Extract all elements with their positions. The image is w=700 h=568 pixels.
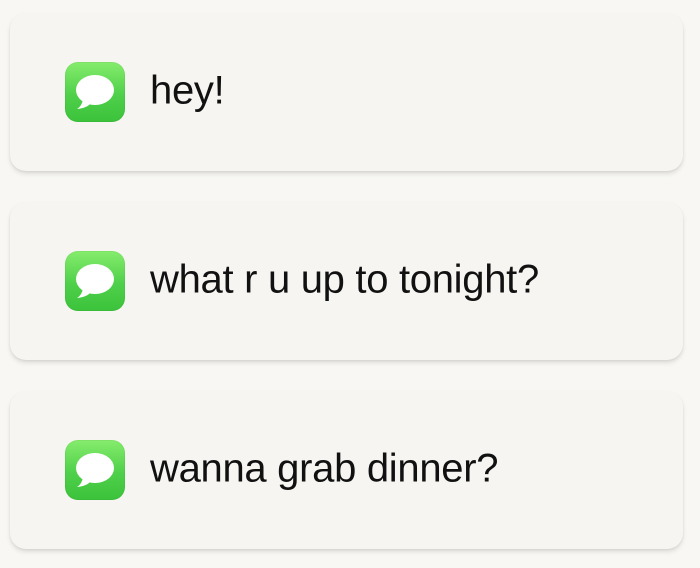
message-text: hey!: [150, 68, 225, 113]
message-notification[interactable]: wanna grab dinner?: [10, 391, 683, 549]
messages-icon: [65, 251, 125, 311]
message-text: wanna grab dinner?: [150, 446, 499, 491]
messages-icon: [65, 62, 125, 122]
messages-icon: [65, 440, 125, 500]
message-text: what r u up to tonight?: [150, 257, 539, 302]
message-notification[interactable]: hey!: [10, 13, 683, 171]
message-list: hey! what r u up to tonight? wanna grab …: [10, 13, 683, 549]
message-notification[interactable]: what r u up to tonight?: [10, 202, 683, 360]
